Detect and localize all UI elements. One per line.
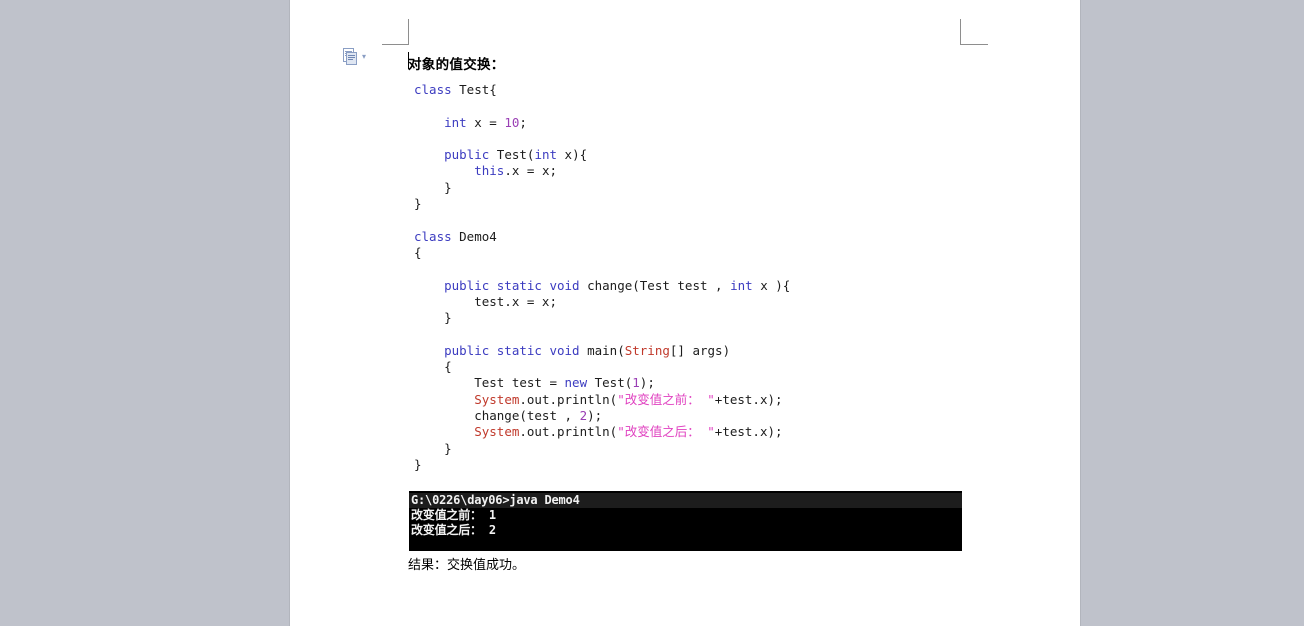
code-token: ); <box>587 407 603 423</box>
code-token: 2 <box>579 407 588 423</box>
code-token: main( <box>587 342 625 358</box>
code-token: Test test = <box>414 375 565 391</box>
code-line: test.x = x; <box>414 294 790 310</box>
paste-document-icon[interactable] <box>343 48 358 65</box>
margin-corner-mark-top-right <box>960 19 988 45</box>
code-line: { <box>414 245 790 261</box>
code-token: +test.x); <box>714 391 783 407</box>
code-token: class <box>414 82 460 97</box>
code-token: 10 <box>504 114 520 130</box>
code-line: Test test = new Test(1); <box>414 375 790 391</box>
code-token: .x = x; <box>504 163 557 179</box>
code-token: ); <box>639 375 655 391</box>
console-line: 改变值之后： 2 <box>411 523 496 537</box>
java-code-block: class Test{ int x = 10; public Test(int … <box>414 82 790 473</box>
code-line: change(test , 2); <box>414 408 790 424</box>
code-line: } <box>414 457 790 473</box>
code-token: } <box>414 310 452 326</box>
code-token: new <box>564 375 595 391</box>
code-line: System.out.println("改变值之后： "+test.x); <box>414 424 790 440</box>
code-token: int <box>414 114 475 130</box>
code-line: this.x = x; <box>414 163 790 179</box>
code-token: { <box>414 359 452 375</box>
code-token: change(Test test , <box>587 277 731 293</box>
code-token: "改变值之后： " <box>617 424 715 440</box>
code-token: x ){ <box>760 277 791 293</box>
code-line: int x = 10; <box>414 115 790 131</box>
code-token: "改变值之前： " <box>617 391 715 407</box>
code-line: { <box>414 359 790 375</box>
chevron-down-icon[interactable]: ▾ <box>362 52 366 61</box>
code-token: change(test , <box>414 407 580 423</box>
code-line: public static void change(Test test , in… <box>414 278 790 294</box>
code-token: System <box>474 391 520 407</box>
code-line: class Test{ <box>414 82 790 98</box>
code-token: test.x = x; <box>414 293 557 309</box>
code-token: Test( <box>496 147 535 163</box>
code-token: x = <box>474 114 505 130</box>
page-title: 对象的值交换： <box>408 57 505 73</box>
code-line: } <box>414 196 790 212</box>
code-token: x){ <box>564 147 588 163</box>
code-token: Test{ <box>459 82 497 97</box>
code-token: int <box>534 147 565 163</box>
code-token: } <box>414 456 422 472</box>
code-token: +test.x); <box>714 424 783 440</box>
code-token: Test( <box>594 375 633 391</box>
code-token: String <box>624 342 670 358</box>
code-token: Demo4 <box>459 228 497 244</box>
code-token: public static void <box>414 342 588 358</box>
code-token: System <box>474 424 520 440</box>
code-line: class Demo4 <box>414 229 790 245</box>
code-token: public <box>414 147 497 163</box>
console-output-block: G:\0226\day06>java Demo4 改变值之前： 1 改变值之后： 2 <box>409 491 962 551</box>
code-token: ; <box>519 114 527 130</box>
document-page: ▾ 对象的值交换： class Test{ int x = 10; public… <box>290 0 1080 626</box>
code-token: } <box>414 179 452 195</box>
code-token: public static void <box>414 277 588 293</box>
result-note: 结果：交换值成功。 <box>408 558 526 573</box>
code-token: 1 <box>632 375 640 391</box>
console-line: G:\0226\day06>java Demo4 <box>409 493 962 508</box>
code-line: } <box>414 310 790 326</box>
code-line: } <box>414 441 790 457</box>
code-line: System.out.println("改变值之前： "+test.x); <box>414 392 790 408</box>
console-line: 改变值之前： 1 <box>411 508 496 522</box>
code-token: } <box>414 440 452 456</box>
margin-corner-mark-top-left <box>382 19 435 45</box>
code-token: .out.println( <box>519 424 618 440</box>
code-token: this <box>414 163 505 179</box>
paste-options-smart-tag[interactable]: ▾ <box>343 48 366 65</box>
code-token: class <box>414 228 460 244</box>
code-line: public Test(int x){ <box>414 147 790 163</box>
code-token: } <box>414 196 422 212</box>
code-line: public static void main(String[] args) <box>414 343 790 359</box>
code-token: int <box>730 277 761 293</box>
code-token: { <box>414 244 422 260</box>
code-line: } <box>414 180 790 196</box>
code-token: [] args) <box>669 342 731 358</box>
code-token: .out.println( <box>519 391 618 407</box>
